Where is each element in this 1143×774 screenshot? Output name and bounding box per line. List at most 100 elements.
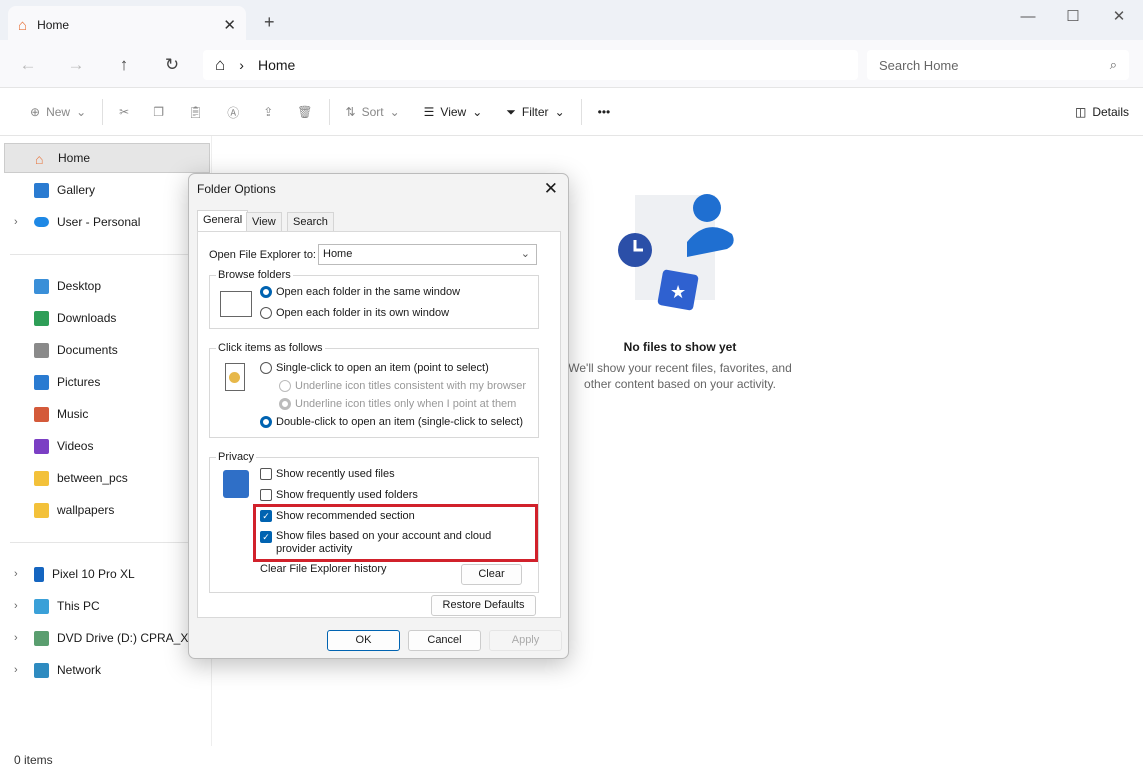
phone-icon: [34, 567, 44, 582]
tab-general[interactable]: General: [197, 210, 248, 233]
folder-icon: [34, 439, 49, 454]
navigation-pane: ⌂Home Gallery › User - Personal Desktop Do…: [0, 136, 212, 746]
view-icon: ☰: [424, 105, 435, 119]
radio-label: Open each folder in its own window: [276, 307, 449, 319]
chevron-right-icon[interactable]: ›: [14, 632, 18, 644]
chevron-right-icon[interactable]: ›: [14, 568, 18, 580]
folder-icon: [34, 311, 49, 326]
open-to-label: Open File Explorer to:: [209, 249, 316, 261]
forward-button[interactable]: →: [64, 55, 88, 75]
sidebar-label: between_pcs: [57, 471, 128, 485]
details-button[interactable]: ◫Details: [1075, 105, 1129, 119]
empty-state: ★ No files to show yet We'll show your r…: [560, 190, 800, 392]
view-button[interactable]: ☰View⌄: [412, 105, 495, 119]
sidebar-item-network[interactable]: ›Network: [4, 655, 210, 685]
chevron-right-icon[interactable]: ›: [14, 216, 18, 228]
radio-underline-browser[interactable]: Underline icon titles consistent with my…: [279, 380, 526, 392]
status-item-count: 0 items: [14, 753, 53, 767]
filter-button[interactable]: ⏷Filter⌄: [494, 105, 576, 120]
close-tab-icon[interactable]: ✕: [223, 16, 236, 34]
close-button[interactable]: ✕: [1096, 4, 1142, 28]
radio-label: Underline icon titles consistent with my…: [295, 380, 526, 392]
sidebar-label: Gallery: [57, 183, 95, 197]
back-button[interactable]: ←: [16, 55, 40, 75]
cloud-icon: [34, 217, 49, 227]
sidebar-label: Videos: [57, 439, 93, 453]
pc-icon: [34, 599, 49, 614]
browse-folders-group: Browse folders: [209, 269, 539, 329]
search-placeholder: Search Home: [879, 58, 958, 73]
apply-button[interactable]: Apply: [489, 630, 562, 651]
sidebar-label: Music: [57, 407, 88, 421]
more-options-button[interactable]: •••: [586, 105, 623, 119]
up-button[interactable]: ↑: [112, 55, 136, 75]
tab-view[interactable]: View: [246, 212, 282, 232]
chevron-down-icon: ⌄: [521, 245, 530, 264]
sidebar-item-pictures[interactable]: Pictures: [4, 367, 210, 397]
tab-home[interactable]: ⌂ Home ✕: [8, 6, 246, 44]
sort-label: Sort: [362, 105, 384, 119]
radio-same-window[interactable]: Open each folder in the same window: [260, 286, 460, 298]
cancel-button[interactable]: Cancel: [408, 630, 481, 651]
delete-icon[interactable]: 🗑︎: [285, 105, 324, 119]
new-tab-button[interactable]: +: [264, 12, 275, 33]
clear-button[interactable]: Clear: [461, 564, 522, 585]
checkbox-recent-files[interactable]: Show recently used files: [260, 468, 395, 480]
clear-history-label: Clear File Explorer history: [260, 563, 387, 575]
home-icon: ⌂: [215, 55, 225, 75]
highlight-box: [253, 504, 538, 562]
copy-icon[interactable]: ❐: [141, 105, 176, 119]
share-icon[interactable]: ⇪: [251, 105, 285, 119]
search-input[interactable]: Search Home ⌕: [867, 50, 1129, 80]
address-bar[interactable]: ⌂ › Home: [203, 50, 858, 80]
checkbox-label: Show recently used files: [276, 468, 395, 480]
sidebar-item-downloads[interactable]: Downloads: [4, 303, 210, 333]
divider: [10, 254, 206, 255]
svg-text:★: ★: [670, 282, 686, 302]
radio-double-click[interactable]: Double-click to open an item (single-cli…: [260, 416, 523, 428]
new-button[interactable]: ⊕New⌄: [18, 105, 98, 119]
tab-search[interactable]: Search: [287, 212, 334, 232]
sidebar-item-this-pc[interactable]: ›This PC: [4, 591, 210, 621]
sidebar-item-gallery[interactable]: Gallery: [4, 175, 210, 205]
open-to-select[interactable]: Home⌄: [318, 244, 537, 265]
recent-files-illustration: ★: [615, 190, 745, 315]
ok-button[interactable]: OK: [327, 630, 400, 651]
radio-single-click[interactable]: Single-click to open an item (point to s…: [260, 362, 489, 374]
folder-options-dialog: Folder Options ✕ General View Search Ope…: [188, 173, 569, 659]
sidebar-item-desktop[interactable]: Desktop: [4, 271, 210, 301]
chevron-right-icon[interactable]: ›: [14, 600, 18, 612]
sidebar-label: Downloads: [57, 311, 116, 325]
sidebar-item-dvd[interactable]: ›DVD Drive (D:) CPRA_X64: [4, 623, 210, 653]
radio-underline-point[interactable]: Underline icon titles only when I point …: [279, 398, 516, 410]
refresh-button[interactable]: ↻: [160, 55, 184, 75]
group-label: Click items as follows: [216, 342, 325, 354]
dialog-close-icon[interactable]: ✕: [544, 179, 558, 199]
checkbox-frequent-folders[interactable]: Show frequently used folders: [260, 489, 418, 501]
click-icon: [225, 363, 245, 391]
sidebar-item-pixel[interactable]: ›Pixel 10 Pro XL: [4, 559, 210, 589]
rename-icon[interactable]: Ⓐ: [215, 104, 251, 121]
restore-defaults-button[interactable]: Restore Defaults: [431, 595, 536, 616]
sidebar-label: User - Personal: [57, 215, 140, 229]
sidebar-item-home[interactable]: ⌂Home: [4, 143, 210, 173]
maximize-button[interactable]: ☐: [1050, 4, 1096, 28]
paste-icon[interactable]: 📋︎: [176, 105, 215, 119]
cut-icon[interactable]: ✂: [107, 105, 141, 119]
sidebar-item-music[interactable]: Music: [4, 399, 210, 429]
sidebar-item-wallpapers[interactable]: wallpapers: [4, 495, 210, 525]
sidebar-item-between-pcs[interactable]: between_pcs: [4, 463, 210, 493]
sidebar-item-onedrive[interactable]: › User - Personal: [4, 207, 210, 237]
sidebar-item-videos[interactable]: Videos: [4, 431, 210, 461]
minimize-button[interactable]: —: [1005, 4, 1051, 28]
sidebar-label: Documents: [57, 343, 118, 357]
sidebar-item-documents[interactable]: Documents: [4, 335, 210, 365]
chevron-right-icon[interactable]: ›: [14, 664, 18, 676]
radio-own-window[interactable]: Open each folder in its own window: [260, 307, 449, 319]
sort-button[interactable]: ⇅Sort⌄: [334, 105, 412, 119]
group-label: Browse folders: [216, 269, 293, 281]
filter-icon: ⏷: [506, 105, 516, 120]
home-icon: ⌂: [35, 151, 50, 166]
folder-icon: [34, 503, 49, 518]
toolbar: ⊕New⌄ ✂ ❐ 📋︎ Ⓐ ⇪ 🗑︎ ⇅Sort⌄ ☰View⌄ ⏷Filte…: [0, 89, 1143, 136]
